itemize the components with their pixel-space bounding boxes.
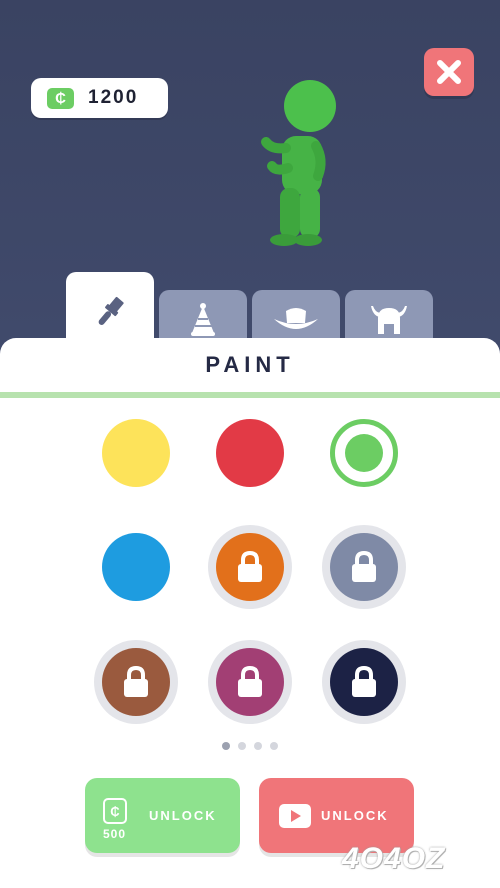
color-swatch-yellow[interactable]: [102, 419, 170, 487]
panel-title: PAINT: [205, 352, 295, 377]
video-play-icon: [279, 804, 311, 828]
character-preview: [261, 80, 336, 246]
color-swatch-red[interactable]: [216, 419, 284, 487]
selected-indicator: [345, 434, 383, 472]
lock-icon: [238, 665, 262, 697]
color-swatch-magenta-locked[interactable]: [208, 640, 292, 724]
unlock-ad-label: UNLOCK: [321, 808, 389, 823]
color-swatch-slate-locked[interactable]: [322, 525, 406, 609]
party-hat-icon: [191, 303, 215, 336]
close-button[interactable]: [424, 48, 474, 96]
color-swatch-orange-locked[interactable]: [208, 525, 292, 609]
page-dot-3[interactable]: [254, 742, 262, 750]
page-dot-4[interactable]: [270, 742, 278, 750]
close-icon: [437, 60, 461, 84]
unlock-coins-button[interactable]: ₵ 500 UNLOCK: [85, 778, 240, 853]
coin-icon: ₵: [103, 798, 127, 824]
viking-helmet-icon: [371, 306, 407, 334]
page-dot-2[interactable]: [238, 742, 246, 750]
currency-display: ₵ 1200: [31, 78, 168, 118]
unlock-price: 500: [103, 827, 127, 841]
watermark: 4O4OZ: [342, 842, 446, 875]
cowboy-hat-icon: [274, 308, 318, 329]
color-swatch-green-selected[interactable]: [330, 419, 398, 487]
page-dot-1[interactable]: [222, 742, 230, 750]
coin-icon: ₵: [47, 87, 74, 109]
title-divider: [0, 392, 500, 398]
lock-icon: [124, 665, 148, 697]
page-indicator: [0, 742, 500, 750]
color-swatch-blue[interactable]: [102, 533, 170, 601]
lock-icon: [238, 550, 262, 582]
paintbrush-icon: [98, 296, 124, 325]
unlock-coins-label: UNLOCK: [149, 808, 217, 823]
lock-icon: [352, 665, 376, 697]
color-swatch-navy-locked[interactable]: [322, 640, 406, 724]
color-swatch-brown-locked[interactable]: [94, 640, 178, 724]
lock-icon: [352, 550, 376, 582]
coin-amount: 1200: [88, 87, 139, 108]
